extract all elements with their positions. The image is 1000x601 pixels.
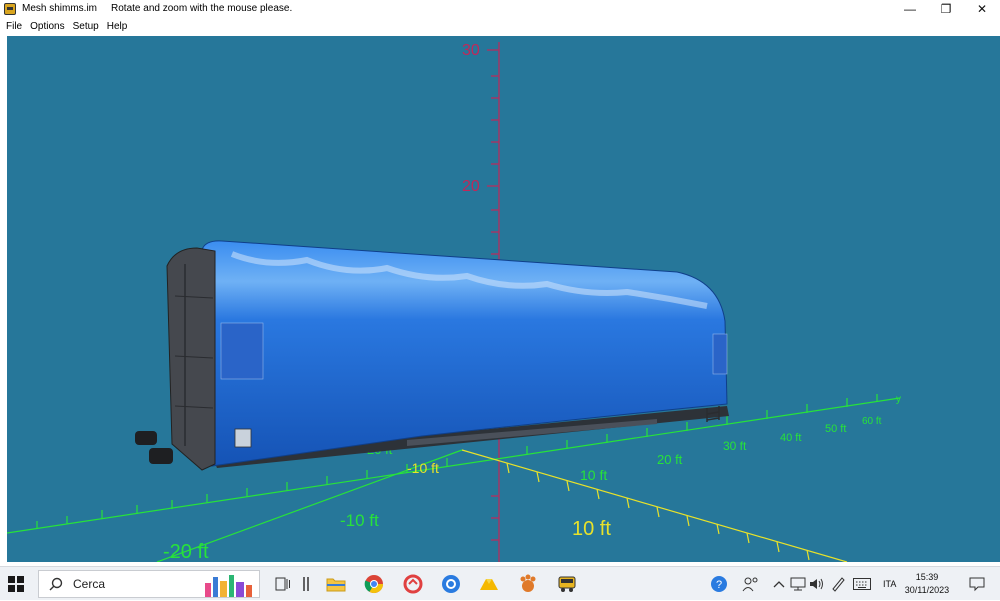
file-explorer-icon[interactable] xyxy=(325,573,347,595)
x-tick-10ft-green: 10 ft xyxy=(580,467,607,483)
svg-text:?: ? xyxy=(716,579,722,591)
z-tick-20: 20 xyxy=(462,178,480,195)
menu-help[interactable]: Help xyxy=(103,21,132,32)
x-tick-20ft-green: 20 ft xyxy=(657,452,683,467)
cloud-drive-icon[interactable] xyxy=(478,573,500,595)
x-tick-10ft-large: 10 ft xyxy=(572,518,611,540)
y-tick-40ft: 40 ft xyxy=(780,432,801,444)
close-button[interactable]: ✕ xyxy=(964,0,1000,17)
chrome-icon[interactable] xyxy=(363,573,385,595)
window-title: Mesh shimms.im xyxy=(22,3,98,14)
windows-start-icon[interactable] xyxy=(8,576,24,592)
search-placeholder: Cerca xyxy=(73,577,106,591)
clock-time: 15:39 xyxy=(915,572,939,582)
x-axis-positive xyxy=(461,449,848,562)
search-highlight-city-icon xyxy=(205,575,252,597)
menu-setup[interactable]: Setup xyxy=(69,21,103,32)
app-icon xyxy=(4,2,16,15)
restore-button[interactable]: ❐ xyxy=(928,0,964,17)
wagon-model[interactable] xyxy=(135,240,729,471)
language-label: ITA xyxy=(883,579,897,589)
wagon-end-frame xyxy=(166,247,216,471)
menu-options[interactable]: Options xyxy=(26,21,68,32)
people-icon[interactable] xyxy=(740,573,762,595)
help-icon[interactable]: ? xyxy=(708,573,730,595)
x-tick-minus-10ft: -10 ft xyxy=(340,511,379,530)
clock-date: 30/11/2023 xyxy=(904,585,950,595)
volume-icon[interactable] xyxy=(806,573,828,595)
taskbar-search-box[interactable]: Cerca xyxy=(38,570,260,598)
wagon-buffer-left xyxy=(135,431,157,445)
task-view-icon[interactable] xyxy=(272,573,294,595)
title-bar: Mesh shimms.im Rotate and zoom with the … xyxy=(0,0,1000,17)
y-tick-50ft: 50 ft xyxy=(825,423,846,435)
wagon-plate-bottom xyxy=(234,428,252,448)
menu-bar: File Options Setup Help xyxy=(0,17,1000,35)
window-controls: — ❐ ✕ xyxy=(892,0,1000,17)
pen-icon[interactable] xyxy=(827,573,849,595)
y-tick-30ft: 30 ft xyxy=(723,439,747,453)
taskbar: Cerca ? ITA 15:39 30/11/2023 xyxy=(0,566,1000,600)
y-tick-60ft: 60 ft xyxy=(862,416,882,427)
menu-file[interactable]: File xyxy=(2,21,26,32)
x-tick-minus-10ft-yellow: -10 ft xyxy=(407,460,439,476)
3d-viewport[interactable]: 30 20 y 20 xyxy=(7,36,1000,562)
taskbar-clock[interactable]: 15:39 30/11/2023 xyxy=(898,571,956,597)
window-hint: Rotate and zoom with the mouse please. xyxy=(111,3,293,14)
language-indicator[interactable]: ITA xyxy=(883,567,896,601)
z-tick-30: 30 xyxy=(462,42,480,59)
search-icon xyxy=(49,577,63,591)
app-paw-icon[interactable] xyxy=(517,573,539,595)
wagon-marking-panel xyxy=(220,322,264,380)
firefox-icon[interactable] xyxy=(440,573,462,595)
widgets-icon[interactable] xyxy=(295,573,317,595)
mesh-app-taskbar-icon[interactable] xyxy=(556,573,578,595)
keyboard-icon[interactable] xyxy=(851,573,873,595)
x-tick-minus-20ft: -20 ft xyxy=(163,541,209,562)
wagon-buffer-right xyxy=(149,448,173,464)
scene-svg[interactable]: 30 20 y 20 xyxy=(7,36,1000,562)
notifications-icon[interactable] xyxy=(966,573,988,595)
y-axis-name: y xyxy=(896,394,901,405)
wagon-marking-panel-far xyxy=(712,333,728,375)
ccleaner-icon[interactable] xyxy=(402,573,424,595)
minimize-button[interactable]: — xyxy=(892,0,928,17)
